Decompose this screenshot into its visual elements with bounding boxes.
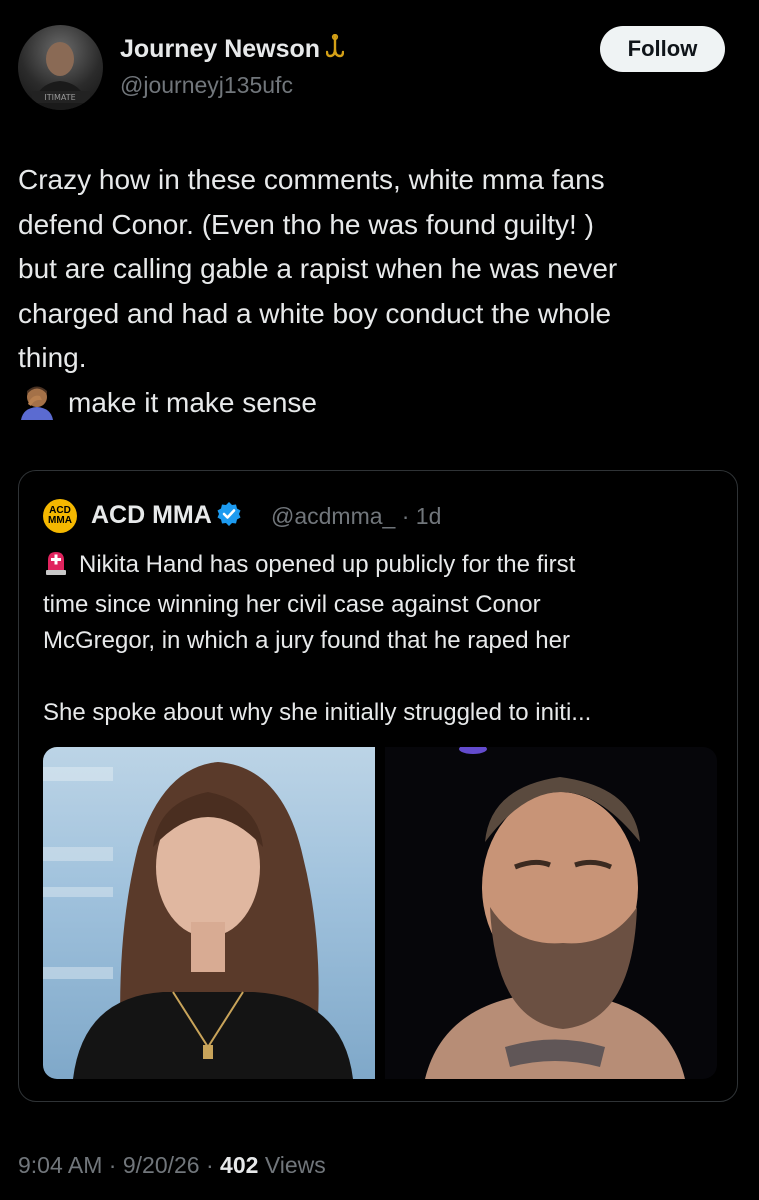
tweet-text: Crazy how in these comments, white mma f… [18,158,743,433]
author-name-row[interactable]: Journey Newson [120,33,345,67]
tweet-line: defend Conor. (Even tho he was found gui… [18,208,594,240]
quoted-photo-woman[interactable] [43,747,375,1079]
quoted-line: time since winning her civil case agains… [43,591,541,618]
quoted-photo-man[interactable] [385,747,717,1079]
quoted-line-text: Nikita Hand has opened up publicly for t… [79,551,576,578]
quoted-text: Nikita Hand has opened up publicly for t… [43,547,723,731]
svg-text:ITIMATE: ITIMATE [44,93,75,102]
meta-separator: · [108,1152,123,1178]
tweet-date[interactable]: 9/20/26 [123,1152,200,1178]
quoted-line: McGregor, in which a jury found that he … [43,627,570,654]
quoted-line: Nikita Hand has opened up publicly for t… [43,547,723,587]
follow-button[interactable]: Follow [600,26,725,72]
quoted-author-name[interactable]: ACD MMA [91,501,212,529]
avatar-photo: ITIMATE [32,42,90,110]
tweet-time[interactable]: 9:04 AM [18,1152,102,1178]
tweet-last-line: make it make sense [18,381,743,434]
quoted-author-row[interactable]: ACD MMA [91,501,242,534]
tweet-meta: 9:04 AM · 9/20/26 · 402 Views [18,1152,326,1179]
tweet-line: Crazy how in these comments, white mma f… [18,164,605,195]
verified-badge-icon [216,501,242,534]
views-count[interactable]: 402 [220,1152,258,1178]
quoted-tweet[interactable]: ACD MMA ACD MMA @acdmma_ · 1d Nikita Han… [18,470,738,1102]
tweet-last-text: make it make sense [68,386,317,418]
meta-separator: · [205,1152,221,1178]
siren-emoji [43,548,69,587]
author-handle[interactable]: @journeyj135ufc [120,72,293,99]
quoted-avatar-logo[interactable]: ACD MMA [43,499,77,533]
tweet-line: charged and had a white boy conduct the … [18,297,612,329]
tweet-line: thing. [18,342,87,373]
quoted-logo-text: ACD MMA [48,505,72,526]
facepalm-emoji [18,384,56,434]
fishhook-icon [325,33,345,67]
quoted-truncated-line: She spoke about why she initially strugg… [43,699,592,726]
author-avatar[interactable]: ITIMATE [18,25,103,110]
quoted-handle-time[interactable]: @acdmma_ · 1d [271,503,441,530]
tweet-line: but are calling gable a rapist when he w… [18,253,618,284]
views-label[interactable]: Views [265,1152,326,1178]
author-name[interactable]: Journey Newson [120,35,320,63]
quoted-spacer [43,659,723,695]
